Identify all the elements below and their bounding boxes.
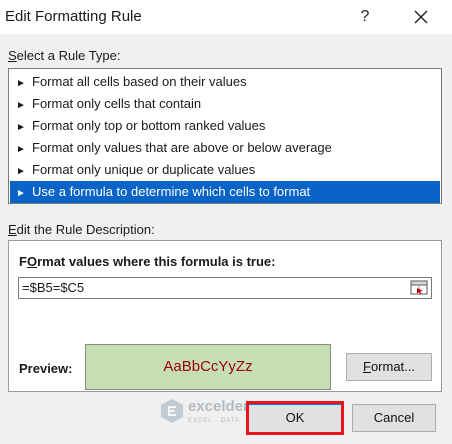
arrow-icon: ► xyxy=(16,188,26,199)
arrow-icon: ► xyxy=(16,144,26,155)
rule-description-label: Edit the Rule Description: xyxy=(8,222,155,237)
rule-type-item[interactable]: ► Format only cells that contain xyxy=(10,93,440,115)
close-icon xyxy=(414,10,428,24)
formula-input[interactable]: =$B5=$C5 xyxy=(18,277,432,299)
cancel-button[interactable]: Cancel xyxy=(352,404,436,432)
dialog-title: Edit Formatting Rule xyxy=(5,8,142,25)
rule-type-item[interactable]: ► Format only values that are above or be… xyxy=(10,137,440,159)
formula-heading: FOrmat values where this formula is true… xyxy=(19,254,276,269)
exceldemy-logo-icon xyxy=(161,399,183,423)
preview-sample: AaBbCcYyZz xyxy=(85,344,331,390)
rule-type-list[interactable]: ► Format all cells based on their values … xyxy=(8,68,442,204)
close-button[interactable] xyxy=(408,5,434,29)
rule-type-item[interactable]: ► Format all cells based on their values xyxy=(10,71,440,93)
collapse-dialog-button[interactable] xyxy=(409,279,429,297)
range-select-icon xyxy=(410,280,428,295)
rule-type-label: Select a Rule Type: xyxy=(8,48,121,63)
preview-label: Preview: xyxy=(19,361,73,376)
edit-formatting-rule-dialog: Edit Formatting Rule ? Select a Rule Typ… xyxy=(0,0,452,444)
ok-button[interactable]: OK xyxy=(246,403,344,435)
arrow-icon: ► xyxy=(16,166,26,177)
rule-description-panel: FOrmat values where this formula is true… xyxy=(8,240,442,392)
arrow-icon: ► xyxy=(16,100,26,111)
title-bar: Edit Formatting Rule ? xyxy=(0,0,452,34)
arrow-icon: ► xyxy=(16,122,26,133)
format-button[interactable]: Format... xyxy=(346,353,432,381)
rule-type-item[interactable]: ► Format only unique or duplicate values xyxy=(10,159,440,181)
formula-value: =$B5=$C5 xyxy=(22,280,85,295)
arrow-icon: ► xyxy=(16,78,26,89)
help-button[interactable]: ? xyxy=(355,6,375,28)
rule-type-item[interactable]: ► Format only top or bottom ranked values xyxy=(10,115,440,137)
rule-type-item-selected[interactable]: ► Use a formula to determine which cells … xyxy=(10,181,440,203)
